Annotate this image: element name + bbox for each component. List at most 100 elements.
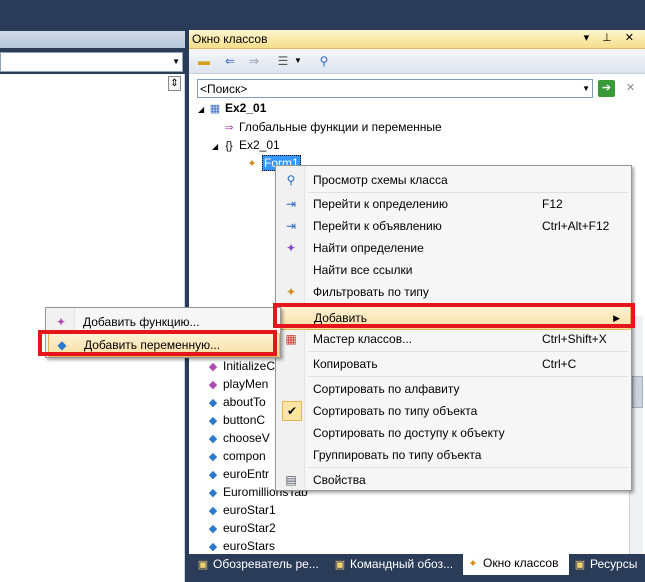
collapse-icon[interactable]: ◢ <box>198 101 208 118</box>
field-icon: ◆ <box>208 487 218 499</box>
menu-item-label: Копировать <box>313 357 378 371</box>
menu-separator <box>308 351 628 352</box>
menu-item-sort-by-access[interactable]: Сортировать по доступу к объекту <box>278 422 629 444</box>
tab-resources[interactable]: ▣ Ресурсы <box>570 554 645 574</box>
tree-item-project[interactable]: ◢ ▦ Ex2_01 <box>198 100 266 117</box>
list-item[interactable]: ◆ InitializeC <box>206 358 275 375</box>
list-item[interactable]: ◆ chooseV <box>206 430 270 447</box>
menu-item-label: Мастер классов... <box>313 332 413 346</box>
menu-item-find-definition[interactable]: ✦ Найти определение <box>278 237 629 259</box>
search-go-icon[interactable]: ➔ <box>598 80 615 97</box>
filter-icon: ✦ <box>285 285 297 299</box>
left-member-dropdown[interactable]: ▼ <box>0 52 183 72</box>
class-search-input[interactable]: <Поиск> ▼ <box>197 79 593 98</box>
tree-item-namespace[interactable]: ◢{} Ex2_01 <box>212 137 280 154</box>
menu-item-label: Сортировать по доступу к объекту <box>313 426 505 440</box>
tree-item-label: Глобальные функции и переменные <box>239 120 442 134</box>
properties-icon: ▤ <box>285 473 297 487</box>
tree-item-label: Ex2_01 <box>225 101 267 115</box>
tree-item-globals[interactable]: ⇒ Глобальные функции и переменные <box>222 119 442 136</box>
find-definition-icon: ✦ <box>285 241 297 255</box>
collapse-icon[interactable]: ◢ <box>212 138 222 155</box>
menu-item-class-diagram[interactable]: ⚲ Просмотр схемы класса <box>278 169 629 191</box>
split-handle-icon[interactable]: ⇕ <box>168 76 181 91</box>
annotation-highlight-add-variable <box>38 330 277 356</box>
menu-item-shortcut: F12 <box>542 197 563 211</box>
menu-separator <box>308 467 628 468</box>
menu-item-shortcut: Ctrl+Alt+F12 <box>542 219 610 233</box>
menu-item-label: Свойства <box>313 473 366 487</box>
scrollbar-thumb[interactable] <box>632 376 643 408</box>
menu-item-label: Найти определение <box>313 241 424 255</box>
namespace-icon: {} <box>225 140 233 152</box>
new-folder-icon[interactable]: ▬ <box>196 53 212 69</box>
list-item[interactable]: ◆ euroEntr <box>206 466 269 483</box>
menu-separator <box>308 376 628 377</box>
menu-item-label: Найти все ссылки <box>313 263 413 277</box>
list-item[interactable]: ◆ euroStar2 <box>206 520 276 537</box>
field-icon: ◆ <box>208 469 218 481</box>
solution-explorer-icon: ▣ <box>197 559 209 571</box>
list-item[interactable]: ◆ euroStar1 <box>206 502 276 519</box>
tab-solution-explorer[interactable]: ▣ Обозреватель ре... <box>193 554 328 574</box>
menu-item-label: Сортировать по типу объекта <box>313 404 478 418</box>
list-item[interactable]: ◆ compon <box>206 448 266 465</box>
left-panel-top <box>0 0 185 30</box>
member-label: InitializeC <box>223 359 276 373</box>
list-item[interactable]: ◆ playMen <box>206 376 269 393</box>
context-menu: ⚲ Просмотр схемы класса ⇥ Перейти к опреде… <box>275 165 632 491</box>
member-label: buttonC <box>223 413 266 427</box>
go-to-definition-icon: ⇥ <box>285 197 297 211</box>
menu-item-label: Перейти к объявлению <box>313 219 442 233</box>
tab-label: Командный обоз... <box>350 557 454 571</box>
checkmark-icon: ✔ <box>282 401 302 421</box>
chevron-down-icon[interactable]: ▼ <box>290 53 306 69</box>
clear-search-icon[interactable]: ✕ <box>622 80 639 97</box>
forward-arrow-icon[interactable]: ⇒ <box>246 53 262 69</box>
menu-item-go-to-declaration[interactable]: ⇥ Перейти к объявлению Ctrl+Alt+F12 <box>278 215 629 237</box>
team-explorer-icon: ▣ <box>334 559 346 571</box>
method-icon: ◆ <box>208 361 218 373</box>
tree-item-label: Ex2_01 <box>239 138 280 152</box>
menu-item-find-all-references[interactable]: Найти все ссылки <box>278 259 629 281</box>
tab-class-view[interactable]: ✦ Окно классов <box>463 553 569 575</box>
member-label: aboutTo <box>223 395 266 409</box>
member-label: compon <box>223 449 266 463</box>
method-icon: ◆ <box>208 379 218 391</box>
menu-item-sort-alphabetically[interactable]: Сортировать по алфавиту <box>278 378 629 400</box>
list-item[interactable]: ◆ aboutTo <box>206 394 266 411</box>
chevron-down-icon[interactable]: ▼ <box>582 84 590 93</box>
field-icon: ◆ <box>208 397 218 409</box>
go-to-declaration-icon: ⇥ <box>285 219 297 233</box>
menu-item-label: Сортировать по алфавиту <box>313 382 460 396</box>
search-value: <Поиск> <box>200 82 248 96</box>
settings-list-icon[interactable]: ☰ <box>275 53 291 69</box>
tab-label: Обозреватель ре... <box>213 557 319 571</box>
field-icon: ◆ <box>208 433 218 445</box>
class-view-toolbar: ▬ ⇐ ⇒ ☰ ▼ ⚲ <box>189 49 645 74</box>
menu-item-go-to-definition[interactable]: ⇥ Перейти к определению F12 <box>278 193 629 215</box>
member-label: euroStar2 <box>223 521 276 535</box>
class-view-title: Окно классов <box>192 32 268 46</box>
back-arrow-icon[interactable]: ⇐ <box>222 53 238 69</box>
menu-item-filter-by-type[interactable]: ✦ Фильтровать по типу <box>278 281 629 303</box>
project-icon: ▦ <box>209 103 221 115</box>
menu-item-sort-by-type[interactable]: ✔ Сортировать по типу объекта <box>278 400 629 422</box>
search-binoculars-icon[interactable]: ⚲ <box>316 53 332 69</box>
window-controls[interactable]: ▾ ⊥ ✕ <box>584 31 639 44</box>
list-item[interactable]: ◆ buttonC <box>206 412 265 429</box>
chevron-down-icon: ▼ <box>172 57 180 66</box>
member-label: euroEntr <box>223 467 270 481</box>
menu-item-label: Просмотр схемы класса <box>313 173 448 187</box>
menu-item-properties[interactable]: ▤ Свойства <box>278 469 629 491</box>
menu-item-shortcut: Ctrl+Shift+X <box>542 332 607 346</box>
class-view-icon: ✦ <box>468 558 478 570</box>
list-item[interactable]: ◆ euroStars <box>206 538 275 555</box>
menu-item-class-wizard[interactable]: ▦ Мастер классов... Ctrl+Shift+X <box>278 328 629 350</box>
field-icon: ◆ <box>208 505 218 517</box>
tab-team-explorer[interactable]: ▣ Командный обоз... <box>330 554 461 574</box>
menu-item-copy[interactable]: Копировать Ctrl+C <box>278 353 629 375</box>
menu-item-group-by-type[interactable]: Группировать по типу объекта <box>278 444 629 466</box>
left-panel-header <box>0 31 185 48</box>
menu-item-shortcut: Ctrl+C <box>542 357 577 371</box>
